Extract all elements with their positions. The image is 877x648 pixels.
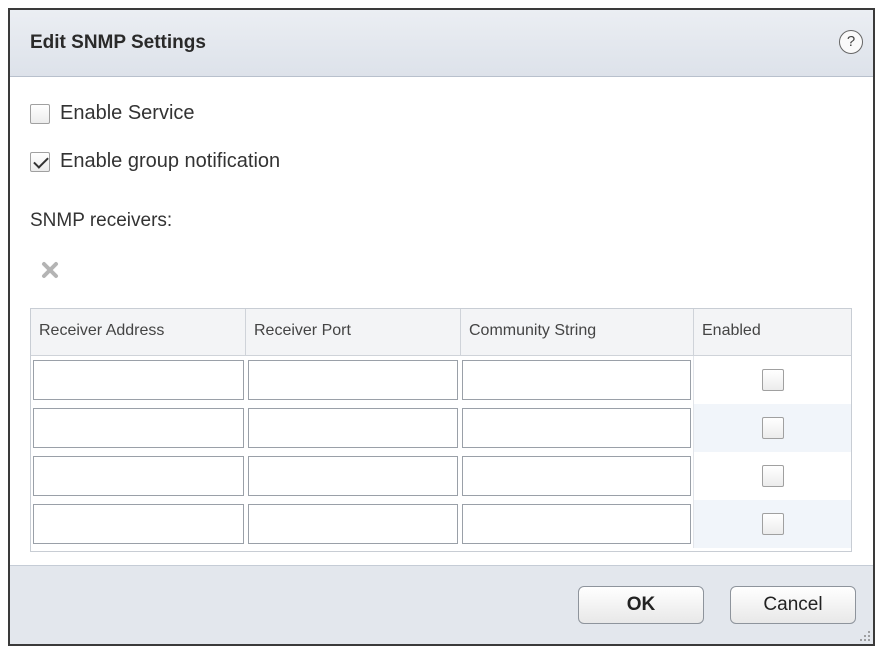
table-header: Receiver Address Receiver Port Community… bbox=[31, 309, 851, 356]
receiver-address-input[interactable] bbox=[33, 408, 244, 448]
receiver-port-input[interactable] bbox=[247, 360, 459, 400]
column-enabled[interactable]: Enabled bbox=[694, 309, 851, 355]
edit-snmp-dialog: Edit SNMP Settings ? Enable Service Enab… bbox=[8, 8, 875, 646]
column-receiver-address[interactable]: Receiver Address bbox=[31, 309, 246, 355]
enabled-checkbox[interactable] bbox=[761, 417, 784, 439]
help-icon[interactable]: ? bbox=[839, 30, 863, 54]
community-string-input[interactable] bbox=[462, 456, 692, 496]
dialog-titlebar: Edit SNMP Settings ? bbox=[10, 10, 873, 77]
receiver-address-input[interactable] bbox=[33, 504, 244, 544]
receiver-port-input[interactable] bbox=[247, 408, 459, 448]
enabled-checkbox[interactable] bbox=[761, 369, 784, 391]
remove-x-icon[interactable] bbox=[40, 260, 60, 280]
snmp-receivers-label: SNMP receivers: bbox=[30, 210, 173, 231]
table-row bbox=[31, 452, 851, 500]
column-receiver-port[interactable]: Receiver Port bbox=[246, 309, 461, 355]
ok-button[interactable]: OK bbox=[578, 586, 704, 624]
enable-service-label: Enable Service bbox=[60, 102, 195, 124]
table-row bbox=[31, 500, 851, 548]
enable-group-notification-option[interactable]: Enable group notification bbox=[30, 150, 280, 173]
enabled-checkbox[interactable] bbox=[761, 513, 784, 535]
dialog-footer: OK Cancel bbox=[10, 565, 873, 644]
enable-group-notification-label: Enable group notification bbox=[60, 150, 281, 172]
community-string-input[interactable] bbox=[462, 408, 692, 448]
table-row bbox=[31, 404, 851, 452]
enable-service-checkbox[interactable] bbox=[30, 103, 50, 124]
enable-service-option[interactable]: Enable Service bbox=[30, 102, 195, 125]
receiver-port-input[interactable] bbox=[247, 504, 459, 544]
dialog-title: Edit SNMP Settings bbox=[30, 32, 206, 53]
community-string-input[interactable] bbox=[462, 504, 692, 544]
receiver-port-input[interactable] bbox=[247, 456, 459, 496]
receiver-address-input[interactable] bbox=[33, 456, 244, 496]
enable-group-notification-checkbox[interactable] bbox=[30, 151, 50, 172]
cancel-button[interactable]: Cancel bbox=[730, 586, 856, 624]
resize-grip-icon[interactable] bbox=[857, 628, 871, 642]
receiver-address-input[interactable] bbox=[33, 360, 244, 400]
table-row bbox=[31, 356, 851, 404]
column-community-string[interactable]: Community String bbox=[461, 309, 694, 355]
enabled-checkbox[interactable] bbox=[761, 465, 784, 487]
snmp-receivers-table: Receiver Address Receiver Port Community… bbox=[30, 308, 852, 552]
community-string-input[interactable] bbox=[462, 360, 692, 400]
